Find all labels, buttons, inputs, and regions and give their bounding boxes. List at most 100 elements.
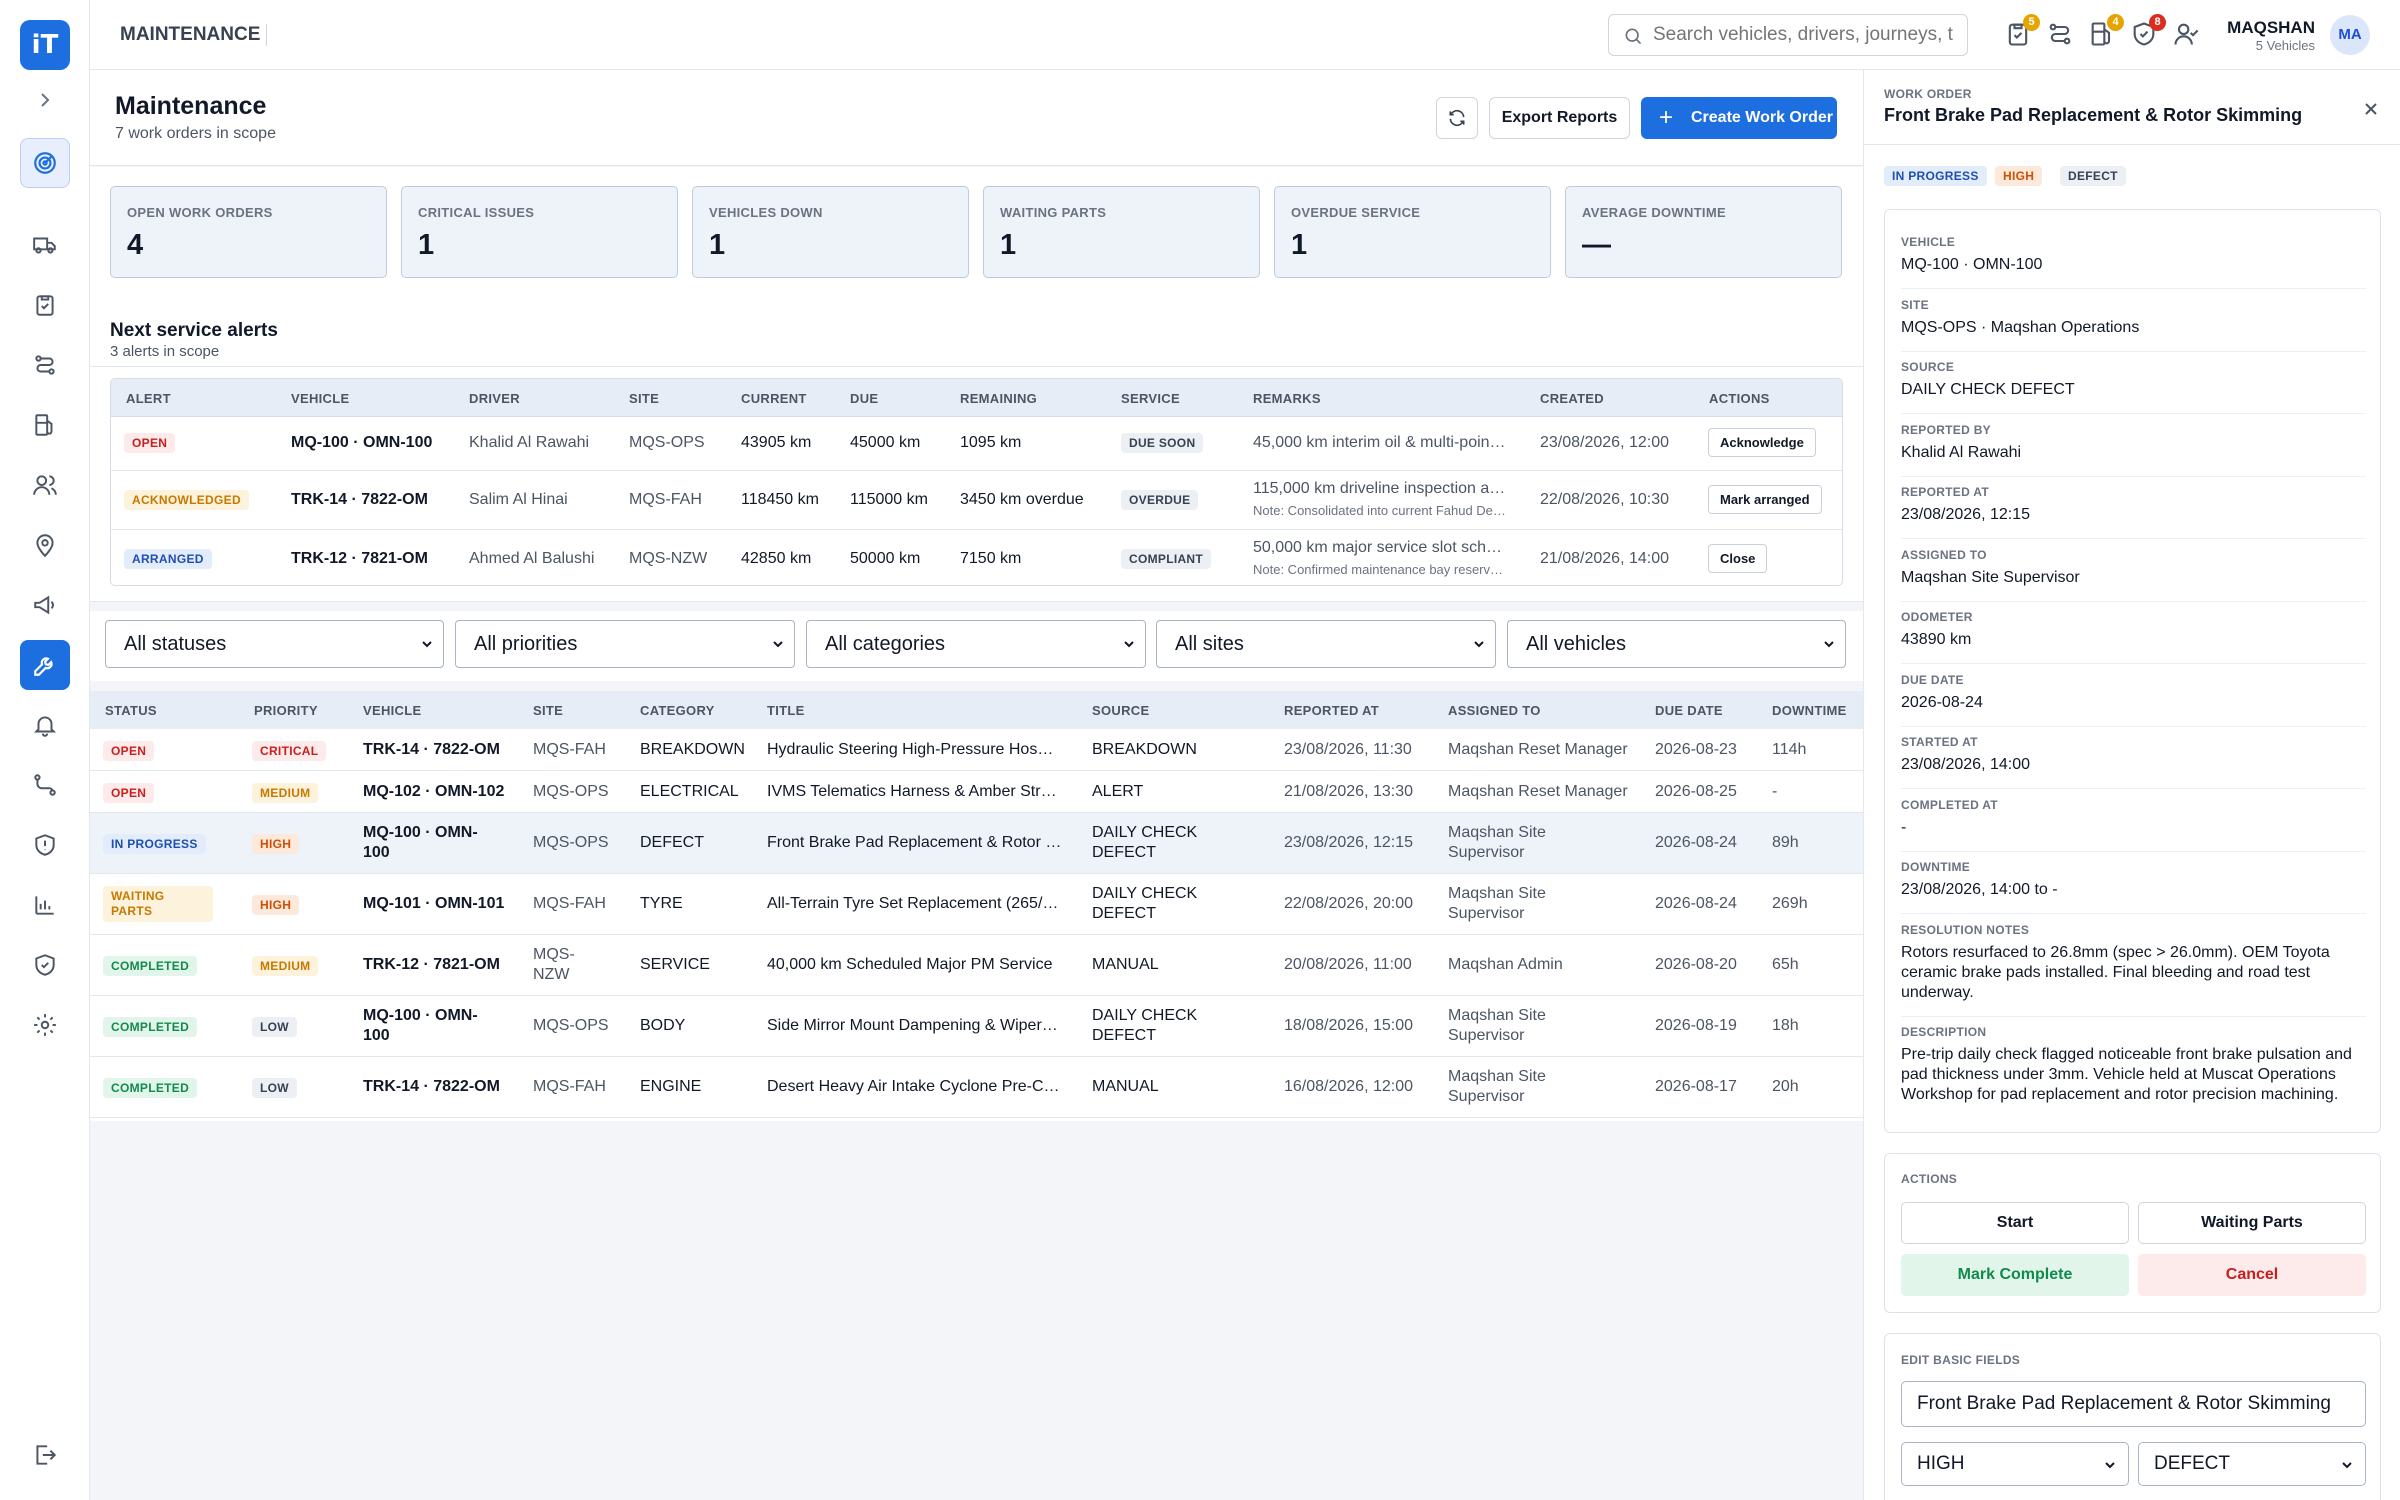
- app-logo[interactable]: iT: [20, 20, 70, 70]
- nav-logout[interactable]: [20, 1430, 70, 1480]
- site-filter[interactable]: All sites: [1156, 620, 1496, 668]
- nav-announcements[interactable]: [20, 580, 70, 630]
- divider: [266, 24, 267, 46]
- kpi-average-downtime[interactable]: AVERAGE DOWNTIME —: [1565, 186, 1842, 278]
- chevron-down-icon: [1824, 641, 1834, 648]
- mark-complete-button[interactable]: Mark Complete: [1901, 1254, 2129, 1296]
- acknowledge-button[interactable]: Acknowledge: [1708, 428, 1816, 457]
- col-service: SERVICE: [1121, 391, 1180, 406]
- close-alert-button[interactable]: Close: [1708, 544, 1768, 573]
- table-row[interactable]: ARRANGED TRK-12 · 7821-OM Ahmed Al Balus…: [111, 530, 1842, 585]
- wo-title: Side Mirror Mount Dampening & Wiper Blad…: [767, 1017, 1062, 1034]
- field-odometer: ODOMETER 43890 km: [1901, 610, 2366, 650]
- main-content: Maintenance 7 work orders in scope Expor…: [90, 70, 1863, 1500]
- table-row[interactable]: COMPLETED LOW MQ-100 · OMN-100 MQS-OPS B…: [90, 996, 1863, 1057]
- table-row[interactable]: OPEN MEDIUM MQ-102 · OMN-102 MQS-OPS ELE…: [90, 771, 1863, 813]
- category-select[interactable]: DEFECT: [2138, 1442, 2366, 1486]
- tasks-button[interactable]: 5: [2004, 14, 2040, 48]
- nav-drivers[interactable]: [20, 460, 70, 510]
- vehicle-filter[interactable]: All vehicles: [1507, 620, 1846, 668]
- close-icon[interactable]: [2361, 99, 2381, 119]
- table-row[interactable]: COMPLETED LOW TRK-14 · 7822-OM MQS-FAH E…: [90, 1057, 1863, 1118]
- col-remaining: REMAINING: [960, 391, 1038, 406]
- field-started-at: STARTED AT 23/08/2026, 14:00: [1901, 735, 2366, 775]
- wo-due: 2026-08-24: [1655, 834, 1737, 851]
- export-reports-button[interactable]: Export Reports: [1489, 97, 1630, 139]
- create-work-order-button[interactable]: + Create Work Order: [1641, 97, 1837, 139]
- table-row[interactable]: COMPLETED MEDIUM TRK-12 · 7821-OM MQS-NZ…: [90, 935, 1863, 996]
- nav-checklists[interactable]: [20, 280, 70, 330]
- nav-settings[interactable]: [20, 1000, 70, 1050]
- field-resolution-notes: RESOLUTION NOTES Rotors resurfaced to 26.…: [1901, 923, 2366, 1003]
- routes-button[interactable]: [2046, 20, 2074, 48]
- nav-compliance[interactable]: [20, 940, 70, 990]
- cancel-button[interactable]: Cancel: [2138, 1254, 2366, 1296]
- alert-due: 45000 km: [850, 434, 921, 451]
- status-badge: COMPLETED: [103, 1078, 198, 1098]
- wo-assigned: Maqshan Site Supervisor: [1448, 824, 1546, 861]
- wo-source: DAILY CHECK DEFECT: [1092, 824, 1198, 861]
- profile-button[interactable]: [2172, 20, 2200, 48]
- kpi-vehicles-down[interactable]: VEHICLES DOWN 1: [692, 186, 969, 278]
- priority-select[interactable]: HIGH: [1901, 1442, 2129, 1486]
- nav-reports[interactable]: [20, 880, 70, 930]
- kpi-overdue-service[interactable]: OVERDUE SERVICE 1: [1274, 186, 1551, 278]
- alerts-button[interactable]: 8: [2130, 14, 2166, 48]
- kpi-value: 1: [418, 229, 435, 261]
- refresh-button[interactable]: [1436, 97, 1478, 139]
- field-label: REPORTED AT: [1901, 485, 1989, 499]
- wo-assigned: Maqshan Reset Manager: [1448, 741, 1628, 758]
- waiting-parts-button[interactable]: Waiting Parts: [2138, 1202, 2366, 1244]
- nav-locations[interactable]: [20, 520, 70, 570]
- bell-icon: [33, 716, 57, 737]
- table-row-selected[interactable]: IN PROGRESS HIGH MQ-100 · OMN-100 MQS-OP…: [90, 813, 1863, 874]
- wo-vehicle: MQ-101 · OMN-101: [363, 895, 505, 912]
- divider: [1901, 413, 2366, 414]
- priority-filter[interactable]: All priorities: [455, 620, 795, 668]
- nav-journeys[interactable]: [20, 760, 70, 810]
- nav-dashboard[interactable]: [20, 138, 70, 188]
- nav-notifications[interactable]: [20, 700, 70, 750]
- nav-fuel[interactable]: [20, 400, 70, 450]
- table-row[interactable]: WAITING PARTS HIGH MQ-101 · OMN-101 MQS-…: [90, 874, 1863, 935]
- alerts-title: Next service alerts: [110, 320, 278, 341]
- alert-remarks: 45,000 km interim oil & multi-point insp…: [1253, 434, 1508, 451]
- nav-maintenance[interactable]: [20, 640, 70, 690]
- alert-vehicle: MQ-100 · OMN-100: [291, 434, 433, 451]
- field-value: 23/08/2026, 14:00: [1901, 756, 2031, 773]
- user-name[interactable]: MAQSHAN: [2227, 18, 2315, 38]
- nav-incidents[interactable]: [20, 820, 70, 870]
- alert-remarks: 50,000 km major service slot scheduled: [1253, 539, 1508, 556]
- wo-downtime: 65h: [1772, 956, 1799, 973]
- title-input[interactable]: Front Brake Pad Replacement & Rotor Skim…: [1901, 1381, 2366, 1427]
- start-button[interactable]: Start: [1901, 1202, 2129, 1244]
- status-filter[interactable]: All statuses: [105, 620, 444, 668]
- avatar[interactable]: MA: [2330, 15, 2370, 55]
- table-header: ALERT VEHICLE DRIVER SITE CURRENT DUE RE…: [111, 379, 1842, 417]
- priority-tag: HIGH: [1995, 166, 2043, 186]
- category-filter[interactable]: All categories: [806, 620, 1146, 668]
- col-category: CATEGORY: [640, 703, 715, 718]
- alert-status-badge: ACKNOWLEDGED: [124, 490, 249, 510]
- kpi-open-work-orders[interactable]: OPEN WORK ORDERS 4: [110, 186, 387, 278]
- table-row[interactable]: OPEN CRITICAL TRK-14 · 7822-OM MQS-FAH B…: [90, 729, 1863, 771]
- wo-assigned: Maqshan Admin: [1448, 956, 1563, 973]
- nav-vehicles[interactable]: [20, 220, 70, 270]
- mark-arranged-button[interactable]: Mark arranged: [1708, 485, 1822, 514]
- edit-label: EDIT BASIC FIELDS: [1901, 1353, 2021, 1367]
- global-search[interactable]: [1608, 14, 1968, 56]
- alert-note: Note: Consolidated into current Fahud De…: [1253, 503, 1508, 518]
- filter-bar: All statuses All priorities All categori…: [90, 611, 1863, 681]
- col-due: DUE: [850, 391, 879, 406]
- search-input[interactable]: [1653, 24, 1953, 46]
- nav-routes[interactable]: [20, 340, 70, 390]
- kpi-critical-issues[interactable]: CRITICAL ISSUES 1: [401, 186, 678, 278]
- wo-downtime: 89h: [1772, 834, 1799, 851]
- logout-icon: [36, 1445, 57, 1465]
- map-pin-icon: [36, 534, 54, 558]
- kpi-waiting-parts[interactable]: WAITING PARTS 1: [983, 186, 1260, 278]
- fleet-button[interactable]: 4: [2088, 14, 2124, 48]
- table-row[interactable]: ACKNOWLEDGED TRK-14 · 7822-OM Salim Al H…: [111, 471, 1842, 530]
- chevron-right-icon[interactable]: [33, 88, 57, 112]
- table-row[interactable]: OPEN MQ-100 · OMN-100 Khalid Al Rawahi M…: [111, 417, 1842, 471]
